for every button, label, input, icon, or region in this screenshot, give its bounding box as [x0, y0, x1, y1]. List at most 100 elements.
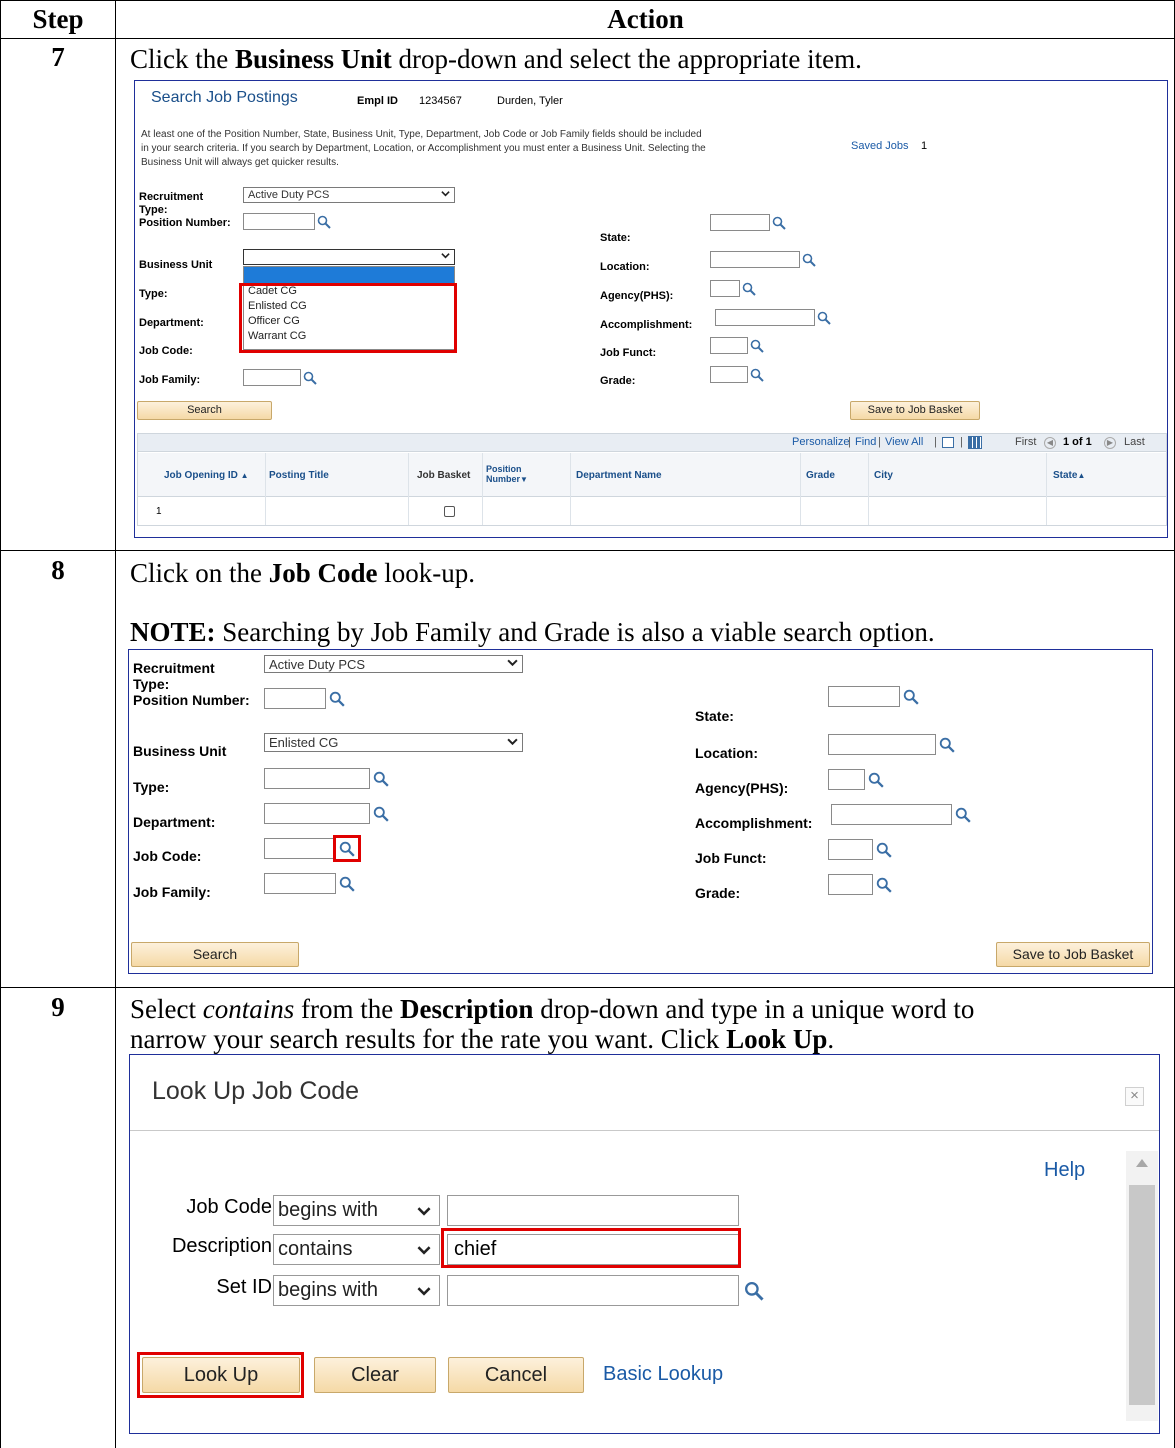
job-funct-input[interactable]	[828, 839, 873, 860]
step-instruction: narrow your search results for the rate …	[130, 1024, 834, 1054]
prev-icon[interactable]: ◀	[1044, 437, 1056, 449]
column-header[interactable]: Job Opening ID ▲	[164, 470, 249, 481]
job-family-input[interactable]	[264, 873, 336, 894]
dialog-title: Look Up Job Code	[152, 1077, 360, 1105]
search-icon[interactable]	[876, 877, 892, 893]
instruction-bold: Business Unit	[234, 44, 392, 74]
column-header[interactable]: Job Basket	[417, 470, 470, 481]
search-icon[interactable]	[772, 216, 786, 230]
new-window-icon[interactable]	[942, 437, 954, 448]
search-icon[interactable]	[373, 771, 389, 787]
search-button[interactable]: Search	[131, 942, 299, 967]
next-icon[interactable]: ▶	[1104, 437, 1116, 449]
search-icon[interactable]	[317, 215, 331, 229]
search-icon[interactable]	[303, 371, 317, 385]
grade-input[interactable]	[828, 874, 873, 895]
search-icon[interactable]	[876, 842, 892, 858]
view-all-link[interactable]: View All	[885, 434, 923, 451]
step-instruction: Click the Business Unit drop-down and se…	[130, 44, 862, 74]
find-link[interactable]: Find	[855, 434, 876, 451]
chevron-down-icon	[507, 657, 518, 668]
column-header[interactable]: Department Name	[576, 470, 662, 481]
search-icon[interactable]	[744, 1281, 764, 1301]
business-unit-label: Business Unit	[133, 743, 227, 759]
agency-input[interactable]	[828, 769, 865, 790]
accomplishment-input[interactable]	[831, 804, 952, 825]
scrollbar-thumb[interactable]	[1129, 1185, 1155, 1405]
search-icon[interactable]	[750, 368, 764, 382]
job-code-input[interactable]	[447, 1195, 739, 1226]
download-icon[interactable]	[968, 436, 982, 449]
job-code-input[interactable]	[264, 838, 334, 859]
close-icon[interactable]: ×	[1125, 1087, 1144, 1106]
search-icon[interactable]	[802, 253, 816, 267]
location-label: Location:	[600, 261, 650, 273]
cancel-button[interactable]: Cancel	[448, 1357, 584, 1393]
position-number-input[interactable]	[243, 213, 315, 230]
search-icon[interactable]	[373, 806, 389, 822]
saved-jobs-link[interactable]: Saved Jobs	[851, 140, 908, 152]
column-header[interactable]: City	[874, 470, 893, 481]
column-header[interactable]: Grade	[806, 470, 835, 481]
job-basket-checkbox[interactable]	[444, 506, 455, 517]
job-family-label: Job Family:	[139, 374, 201, 386]
department-input[interactable]	[264, 803, 370, 824]
dropdown-blank-option[interactable]	[244, 267, 454, 284]
position-number-input[interactable]	[264, 688, 326, 709]
basic-lookup-link[interactable]: Basic Lookup	[603, 1363, 723, 1386]
instruction-text: drop-down and type in a unique word to	[533, 994, 975, 1024]
search-icon[interactable]	[339, 876, 355, 892]
state-input[interactable]	[710, 214, 770, 231]
location-input[interactable]	[828, 734, 936, 755]
grid-col-line	[868, 453, 869, 525]
agency-input[interactable]	[710, 280, 740, 297]
scroll-up-icon[interactable]	[1136, 1159, 1148, 1167]
search-icon[interactable]	[903, 689, 919, 705]
search-button[interactable]: Search	[137, 401, 272, 420]
help-link[interactable]: Help	[1044, 1159, 1085, 1182]
save-to-job-basket-button[interactable]: Save to Job Basket	[850, 401, 980, 420]
business-unit-select[interactable]: Enlisted CG	[264, 733, 523, 752]
header-action: Action	[607, 4, 684, 34]
search-icon[interactable]	[750, 339, 764, 353]
accomplishment-input[interactable]	[715, 309, 815, 326]
description-operator-select[interactable]: contains	[273, 1234, 440, 1265]
save-to-job-basket-button[interactable]: Save to Job Basket	[996, 942, 1150, 967]
recruitment-type-select[interactable]: Active Duty PCS	[243, 187, 455, 203]
personalize-link[interactable]: Personalize	[792, 434, 849, 451]
location-input[interactable]	[710, 251, 800, 268]
info-line: in your search criteria. If you search b…	[141, 143, 706, 154]
set-id-input[interactable]	[447, 1275, 739, 1306]
recruitment-type-select[interactable]: Active Duty PCS	[264, 655, 523, 673]
recruitment-type-label: Type:	[139, 204, 168, 216]
search-icon[interactable]	[939, 737, 955, 753]
page-title: Search Job Postings	[151, 89, 298, 106]
type-input[interactable]	[264, 768, 370, 789]
search-icon[interactable]	[817, 311, 831, 325]
search-icon[interactable]	[868, 772, 884, 788]
search-icon[interactable]	[955, 807, 971, 823]
set-id-operator-select[interactable]: begins with	[273, 1275, 440, 1306]
column-header[interactable]: Posting Title	[269, 470, 329, 481]
position-number-label: Position Number:	[139, 217, 231, 229]
column-header[interactable]: State▲	[1053, 470, 1085, 481]
type-label: Type:	[139, 288, 168, 300]
step-instruction: Select contains from the Description dro…	[130, 994, 974, 1024]
scrollbar[interactable]	[1126, 1151, 1158, 1421]
search-icon[interactable]	[329, 691, 345, 707]
note-text: Searching by Job Family and Grade is als…	[215, 617, 935, 647]
note-label: NOTE:	[130, 617, 216, 647]
job-code-operator-select[interactable]: begins with	[273, 1195, 440, 1226]
column-header[interactable]: Position Number▼	[486, 464, 528, 485]
grade-input[interactable]	[710, 366, 748, 383]
search-icon[interactable]	[742, 282, 756, 296]
clear-button[interactable]: Clear	[314, 1357, 436, 1393]
business-unit-select[interactable]	[243, 249, 455, 265]
look-up-highlight	[137, 1352, 304, 1398]
state-input[interactable]	[828, 686, 900, 707]
step-number: 9	[51, 992, 65, 1022]
recruitment-type-value: Active Duty PCS	[248, 189, 330, 201]
job-code-label: Job Code:	[139, 345, 193, 357]
job-funct-input[interactable]	[710, 337, 748, 354]
job-family-input[interactable]	[243, 369, 301, 386]
